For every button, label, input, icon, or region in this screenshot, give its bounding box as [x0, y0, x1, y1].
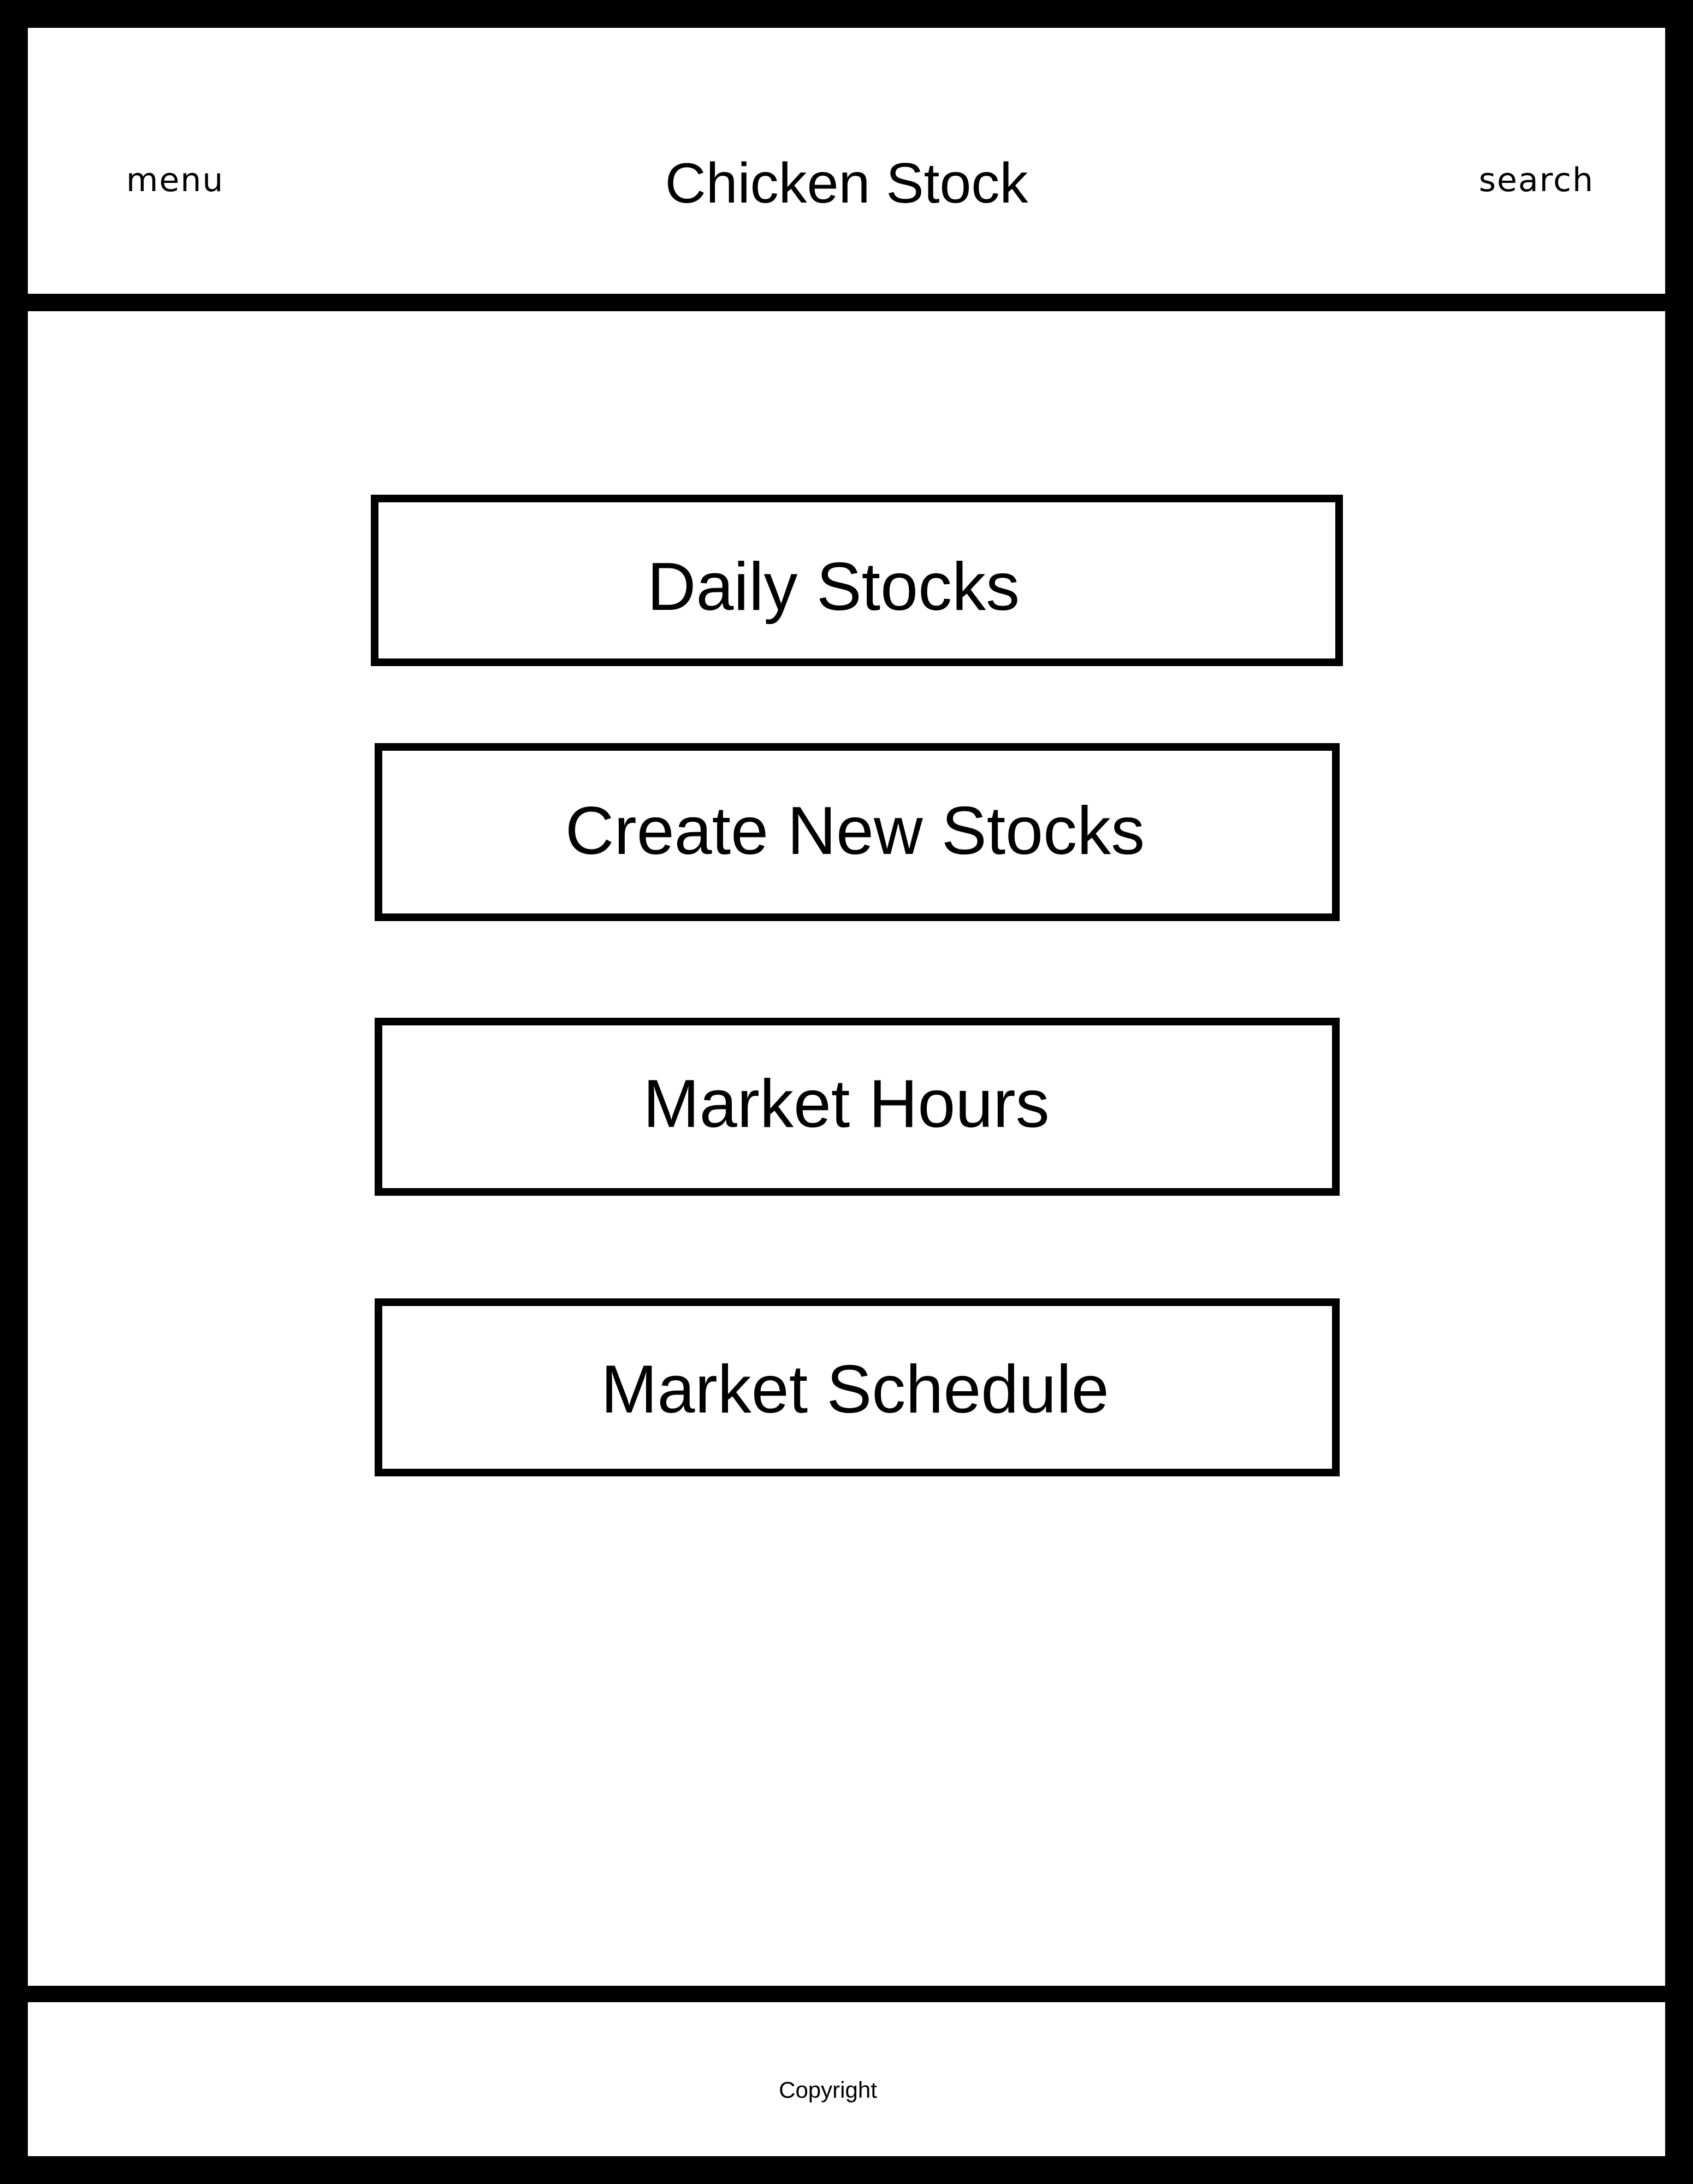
search-button[interactable]: search: [1479, 161, 1594, 200]
market-hours-label: Market Hours: [643, 1066, 1050, 1142]
app-frame: menu Chicken Stock search Daily Stocks C…: [0, 0, 1693, 2184]
footer-bar: Copyright: [28, 2002, 1665, 2156]
copyright-text: Copyright: [779, 2077, 877, 2103]
header-bar: menu Chicken Stock search: [28, 28, 1665, 294]
create-new-stocks-label: Create New Stocks: [565, 793, 1145, 869]
main-content: Daily Stocks Create New Stocks Market Ho…: [28, 311, 1665, 1986]
market-schedule-button[interactable]: Market Schedule: [375, 1298, 1340, 1476]
daily-stocks-button[interactable]: Daily Stocks: [371, 495, 1343, 666]
page-title: Chicken Stock: [665, 152, 1028, 215]
create-new-stocks-button[interactable]: Create New Stocks: [375, 743, 1340, 921]
daily-stocks-label: Daily Stocks: [647, 549, 1020, 625]
market-schedule-label: Market Schedule: [601, 1352, 1109, 1427]
market-hours-button[interactable]: Market Hours: [375, 1018, 1340, 1196]
